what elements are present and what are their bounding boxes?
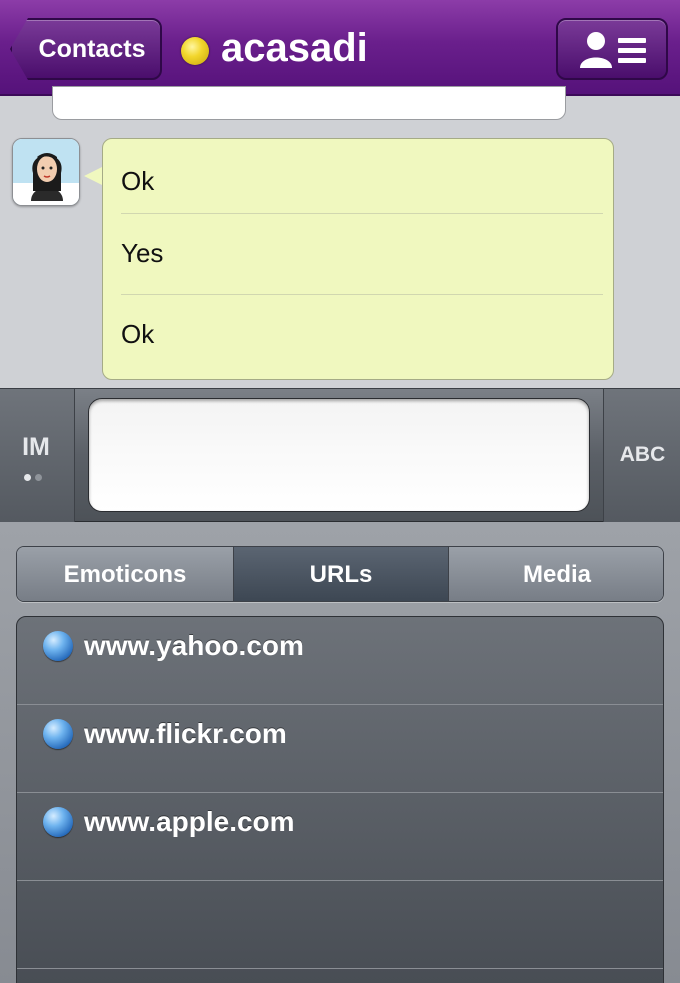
message-bubble: Ok Yes Ok — [102, 138, 614, 380]
attachment-tabs: Emoticons URLs Media — [16, 546, 664, 602]
page-indicator — [24, 468, 46, 486]
message-text: Ok — [121, 319, 155, 349]
navigation-bar: Contacts acasadi — [0, 0, 680, 96]
url-text: www.flickr.com — [84, 718, 287, 749]
globe-icon — [43, 631, 73, 661]
bubble-tail — [84, 166, 104, 186]
globe-icon — [43, 719, 73, 749]
attachment-panel: Emoticons URLs Media www.yahoo.com www.f… — [0, 522, 680, 983]
online-status-icon — [181, 37, 209, 65]
tab-emoticons[interactable]: Emoticons — [17, 547, 233, 601]
url-text: www.apple.com — [84, 806, 295, 837]
tab-urls[interactable]: URLs — [234, 547, 448, 601]
contacts-back-button[interactable]: Contacts — [10, 18, 162, 80]
keyboard-label: ABC — [619, 443, 666, 466]
keyboard-toggle-button[interactable]: ABC — [603, 389, 680, 523]
tab-media[interactable]: Media — [449, 547, 663, 601]
page-dot-active — [24, 474, 31, 481]
page-dot — [35, 474, 42, 481]
message-input-bar: IM ABC — [0, 388, 680, 523]
im-mode-button[interactable]: IM — [0, 389, 75, 523]
url-list: www.yahoo.com www.flickr.com www.apple.c… — [16, 616, 664, 983]
avatar-icon — [13, 139, 79, 205]
url-list-item[interactable]: www.flickr.com — [17, 705, 663, 793]
contact-list-icon — [580, 32, 646, 68]
globe-icon — [43, 807, 73, 837]
previous-message-bubble — [52, 86, 566, 120]
message-text: Yes — [121, 238, 164, 268]
contact-avatar[interactable] — [12, 138, 80, 206]
message-input-field[interactable] — [88, 398, 590, 512]
url-list-item[interactable]: www.apple.com — [17, 793, 663, 881]
contact-info-button[interactable] — [556, 18, 668, 80]
empty-list-row — [17, 881, 663, 969]
url-text: www.yahoo.com — [84, 630, 304, 661]
chat-username: acasadi — [221, 26, 368, 70]
conversation-area[interactable]: Ok Yes Ok — [0, 86, 680, 388]
im-label: IM — [22, 433, 50, 461]
message-text: Ok — [121, 166, 155, 196]
url-list-item[interactable]: www.yahoo.com — [17, 617, 663, 705]
